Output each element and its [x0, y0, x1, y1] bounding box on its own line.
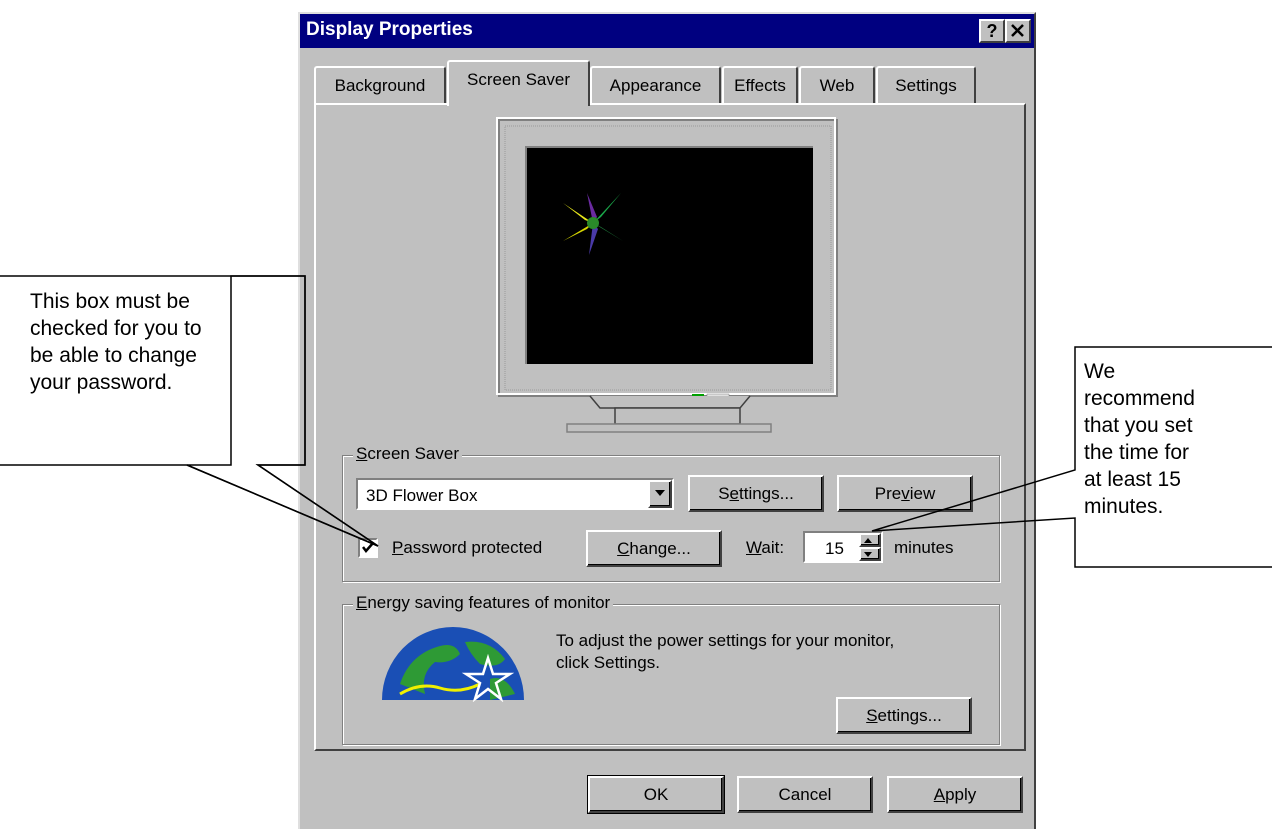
right-callout-text: We recommend that you set the time for a…: [1084, 360, 1195, 518]
tab-screen-saver[interactable]: Screen Saver: [447, 60, 590, 106]
left-callout-text: This box must be checked for you to be a…: [30, 290, 202, 394]
